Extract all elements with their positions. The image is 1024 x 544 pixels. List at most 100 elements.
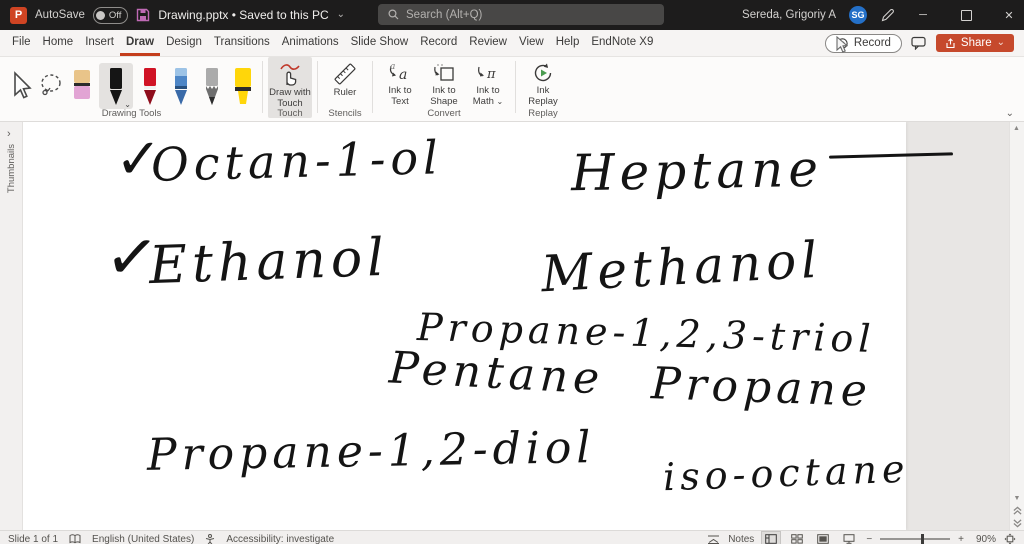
status-bar: Slide 1 of 1 English (United States) Acc… [0,530,1024,544]
ink-text-propane-12-diol[interactable]: Propane-1,2-diol [147,422,596,481]
document-title[interactable]: Drawing.pptx • Saved to this PC [158,8,328,22]
slide-editing-canvas[interactable]: ✓ Octan-1-ol Heptane ✓ Ethanol Methanol … [23,122,1009,530]
tab-transitions[interactable]: Transitions [208,30,276,56]
user-name[interactable]: Sereda, Grigoriy A [742,9,836,21]
tab-file[interactable]: File [6,30,37,56]
comments-icon[interactable] [911,36,927,50]
next-slide-icon[interactable] [1012,519,1022,528]
zoom-out-button[interactable]: − [866,534,872,544]
zoom-level[interactable]: 90% [972,534,996,544]
tab-actions: Record Share ⌄ [824,33,1024,53]
ink-text-propane[interactable]: Propane [650,358,873,417]
spell-check-book-icon[interactable] [69,534,81,544]
tab-review[interactable]: Review [463,30,513,56]
zoom-slider[interactable] [880,534,951,544]
highlighter-icon [235,68,251,104]
lasso-select-tool[interactable] [37,63,65,109]
ink-replay-label: Ink Replay [528,85,558,107]
fit-slide-to-window-icon[interactable] [1004,533,1016,544]
avatar[interactable]: SG [849,6,867,24]
ink-to-text-icon: aa [389,62,407,83]
tab-home[interactable]: Home [37,30,80,56]
black-pen-tool[interactable]: ⌄ [99,63,133,109]
convert-group-label: Convert [427,108,461,119]
tab-record[interactable]: Record [414,30,463,56]
group-touch: Draw with Touch Touch [268,57,312,121]
ink-text-methanol[interactable]: Methanol [540,231,824,304]
previous-slide-icon[interactable] [1012,506,1022,515]
tab-draw[interactable]: Draw [119,30,161,56]
group-divider [372,61,373,113]
inking-pen-icon[interactable] [880,8,895,23]
restore-button[interactable] [951,0,981,30]
ink-text-iso-octane[interactable]: iso-octane [662,447,910,500]
accessibility-person-icon[interactable] [205,533,215,544]
titlebar-left: P AutoSave Off Drawing.pptx • Saved to t… [0,6,345,24]
slideshow-view-button[interactable] [840,532,858,544]
scrollbar-nav-buttons: ▼ [1010,495,1024,528]
group-stencils: Ruler Stencils [323,57,367,121]
tab-insert[interactable]: Insert [79,30,120,56]
slide-sorter-view-button[interactable] [788,532,806,544]
vertical-scrollbar[interactable]: ▲ ▼ [1009,122,1024,530]
reading-view-icon [817,534,830,544]
ink-text-pentane[interactable]: Pentane [388,342,606,404]
language-indicator[interactable]: English (United States) [92,534,194,544]
zoom-in-button[interactable]: + [958,534,964,544]
accessibility-status[interactable]: Accessibility: investigate [226,534,334,544]
scroll-up-arrow-icon[interactable]: ▲ [1013,125,1020,132]
eraser-icon [74,70,90,99]
ink-to-math-label: Ink to Math ⌄ [467,85,509,108]
slide-indicator[interactable]: Slide 1 of 1 [8,534,58,544]
eraser-tool[interactable] [68,63,96,109]
notes-icon [708,535,720,544]
slideshow-icon [843,534,855,544]
zoom-slider-thumb[interactable] [920,534,924,544]
ribbon-tab-row: File Home Insert Draw Design Transitions… [0,30,1024,57]
work-area: › Thumbnails ✓ Octan-1-ol Heptane ✓ Etha… [0,122,1024,530]
expand-thumbnails-chevron-icon[interactable]: › [7,128,11,140]
document-title-chevron-icon[interactable]: ⌄ [337,10,345,20]
minimize-button[interactable]: ─ [908,0,938,30]
touch-group-label: Touch [277,108,303,119]
thumbnails-pane-collapsed[interactable]: › Thumbnails [0,122,23,530]
tab-view[interactable]: View [513,30,550,56]
tab-slide-show[interactable]: Slide Show [345,30,415,56]
draw-with-touch-label: Draw with Touch [269,87,311,109]
ink-text-octan-1-ol[interactable]: Octan-1-ol [150,130,443,192]
search-input[interactable]: Search (Alt+Q) [378,4,664,25]
group-replay: Ink Replay Replay [521,57,565,121]
blue-pen-tool[interactable] [167,63,195,109]
yellow-highlighter-tool[interactable] [229,63,257,109]
tab-design[interactable]: Design [160,30,208,56]
reading-view-button[interactable] [814,532,832,544]
powerpoint-logo-icon[interactable]: P [10,6,27,24]
group-divider [262,61,263,113]
red-pen-tool[interactable] [136,63,164,109]
select-tool[interactable] [6,63,34,109]
silver-pencil-icon [206,68,218,105]
ink-text-ethanol[interactable]: Ethanol [148,228,390,296]
close-button[interactable]: ✕ [994,0,1024,30]
group-convert: aa Ink to Text Ink to Shape π Ink to Mat… [378,57,510,121]
normal-view-button[interactable] [761,531,782,544]
drawing-tools-group-label: Drawing Tools [101,108,162,119]
thumbnails-label: Thumbnails [6,144,17,194]
lasso-icon [41,74,61,96]
draw-with-touch-icon [280,64,300,86]
ink-text-heptane[interactable]: Heptane [571,140,824,202]
share-button[interactable]: Share ⌄ [935,34,1014,52]
status-right: Notes − + 90% [707,531,1016,544]
collapse-ribbon-chevron-icon[interactable]: ⌄ [1006,108,1014,119]
svg-text:a: a [390,62,395,72]
autosave-toggle[interactable]: Off [92,6,129,24]
tab-help[interactable]: Help [550,30,586,56]
ribbon-tabs: File Home Insert Draw Design Transitions… [6,30,659,56]
ink-to-shape-label: Ink to Shape [430,85,458,107]
tab-animations[interactable]: Animations [276,30,345,56]
save-icon[interactable] [136,8,150,22]
silver-pencil-tool[interactable] [198,63,226,109]
notes-toggle[interactable]: Notes [728,534,754,544]
scroll-down-arrow-icon[interactable]: ▼ [1014,495,1021,502]
tab-endnote[interactable]: EndNote X9 [585,30,659,56]
